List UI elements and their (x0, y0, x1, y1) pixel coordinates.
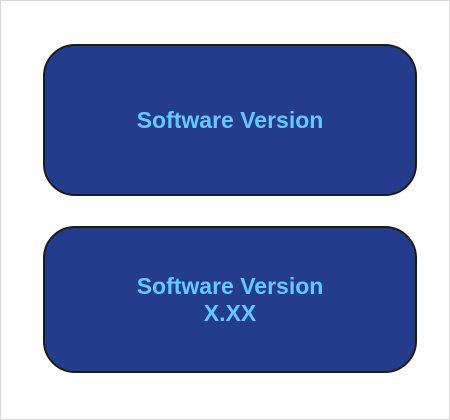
software-version-value-panel[interactable]: Software Version X.XX (43, 226, 417, 373)
software-version-value: X.XX (203, 299, 257, 326)
screen-frame: Software Version Software Version X.XX (0, 0, 450, 420)
software-version-button[interactable]: Software Version (43, 44, 417, 196)
software-version-label: Software Version (136, 106, 324, 133)
software-version-label: Software Version (136, 272, 324, 299)
